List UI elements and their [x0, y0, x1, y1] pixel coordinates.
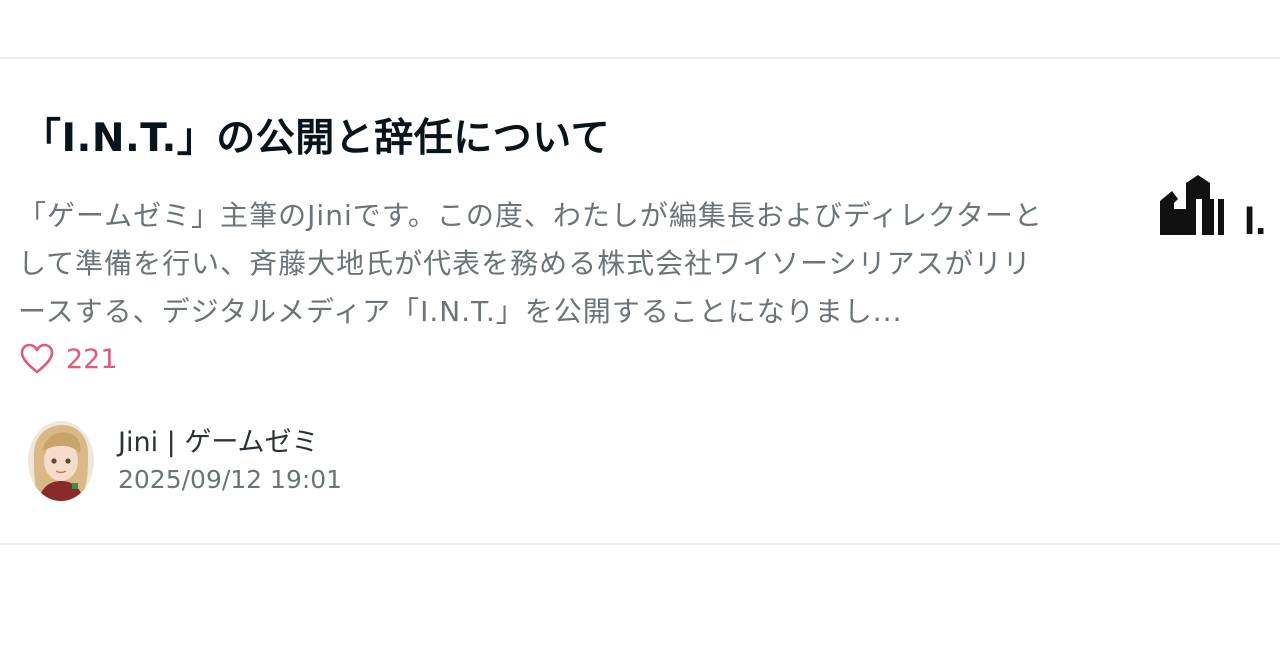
- author-name[interactable]: Jini | ゲームゼミ: [118, 424, 342, 462]
- like-count: 221: [66, 343, 118, 375]
- heart-outline-icon: [20, 343, 54, 375]
- author-info: Jini | ゲームゼミ 2025/09/12 19:01: [28, 421, 342, 501]
- article-title[interactable]: 「I.N.T.」の公開と辞任について: [22, 107, 610, 163]
- post-date: 2025/09/12 19:01: [118, 465, 343, 494]
- thumbnail-logo-text: I.: [1244, 199, 1266, 239]
- article-thumbnail[interactable]: I.: [1156, 169, 1280, 239]
- author-meta: Jini | ゲームゼミ 2025/09/12 19:01: [118, 424, 342, 498]
- like-button[interactable]: 221: [20, 343, 118, 375]
- avatar[interactable]: [28, 421, 94, 501]
- article-excerpt: 「ゲームゼミ」主筆のJiniです。この度、わたしが編集長およびディレクターとして…: [18, 199, 1043, 328]
- article-card[interactable]: 「I.N.T.」の公開と辞任について 「ゲームゼミ」主筆のJiniです。この度、…: [0, 57, 1280, 545]
